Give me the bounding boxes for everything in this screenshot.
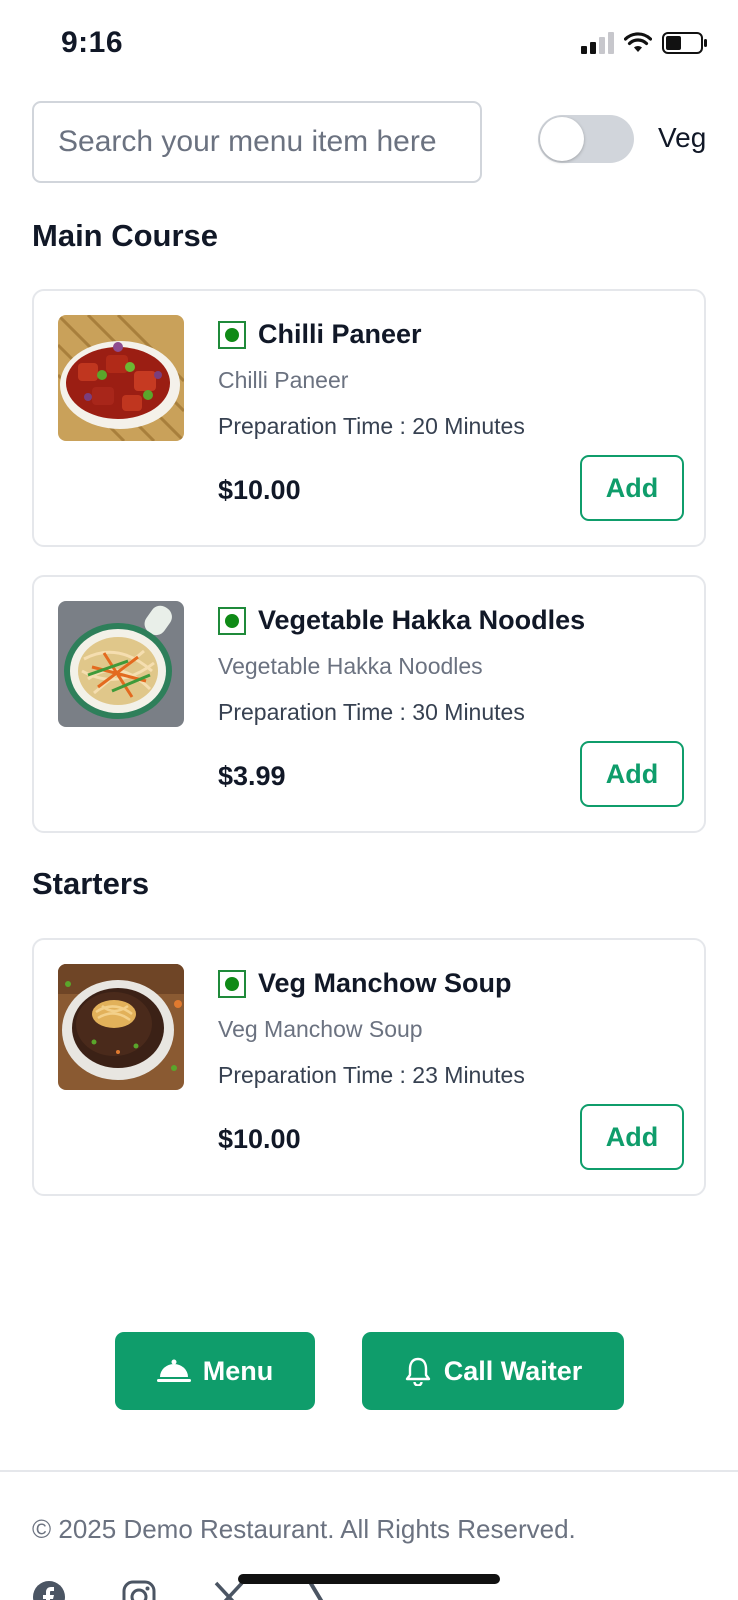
item-name: Vegetable Hakka Noodles <box>258 605 586 635</box>
veg-toggle[interactable] <box>538 115 634 163</box>
veg-indicator-icon <box>218 970 246 998</box>
status-icons <box>581 32 708 54</box>
item-description: Chilli Paneer <box>218 367 349 393</box>
footer-divider <box>0 1470 738 1472</box>
menu-button[interactable]: Menu <box>115 1332 315 1410</box>
call-waiter-button[interactable]: Call Waiter <box>362 1332 624 1410</box>
chilli-paneer-photo <box>58 315 184 441</box>
section-title-main-course: Main Course <box>32 218 219 253</box>
facebook-icon[interactable] <box>32 1580 66 1600</box>
item-price: $10.00 <box>218 475 301 505</box>
call-waiter-button-label: Call Waiter <box>443 1355 583 1386</box>
status-time: 9:16 <box>61 26 124 59</box>
bell-icon <box>405 1357 430 1386</box>
home-indicator <box>238 1574 500 1584</box>
item-prep-time: Preparation Time : 23 Minutes <box>218 1062 525 1088</box>
menu-item-card: Vegetable Hakka Noodles Vegetable Hakka … <box>32 575 706 833</box>
add-button[interactable]: Add <box>580 455 684 521</box>
add-button[interactable]: Add <box>580 741 684 807</box>
add-button[interactable]: Add <box>580 1104 684 1170</box>
menu-item-card: Chilli Paneer Chilli Paneer Preparation … <box>32 289 706 547</box>
veg-indicator-icon <box>218 321 246 349</box>
instagram-icon[interactable] <box>122 1580 156 1600</box>
copyright-text: © 2025 Demo Restaurant. All Rights Reser… <box>32 1514 576 1544</box>
battery-icon <box>662 32 707 54</box>
menu-button-label: Menu <box>202 1355 274 1386</box>
veg-toggle-knob <box>540 117 584 161</box>
menu-item-card: Veg Manchow Soup Veg Manchow Soup Prepar… <box>32 938 706 1196</box>
wifi-icon <box>624 32 652 52</box>
item-price: $3.99 <box>218 761 286 791</box>
cloche-icon <box>156 1359 191 1382</box>
search-input[interactable] <box>32 101 482 183</box>
item-description: Vegetable Hakka Noodles <box>218 653 483 679</box>
item-price: $10.00 <box>218 1124 301 1154</box>
hakka-noodles-photo <box>58 601 184 727</box>
item-description: Veg Manchow Soup <box>218 1016 423 1042</box>
status-bar: 9:16 <box>0 0 738 90</box>
signal-icon <box>581 32 614 54</box>
item-name: Veg Manchow Soup <box>258 968 512 998</box>
item-prep-time: Preparation Time : 30 Minutes <box>218 699 525 725</box>
menu-page: 9:16 Veg Main Course <box>0 0 738 1600</box>
section-title-starters: Starters <box>32 866 150 901</box>
veg-indicator-icon <box>218 607 246 635</box>
veg-toggle-label: Veg <box>658 122 707 153</box>
item-name: Chilli Paneer <box>258 319 422 349</box>
manchow-soup-photo <box>58 964 184 1090</box>
item-prep-time: Preparation Time : 20 Minutes <box>218 413 525 439</box>
